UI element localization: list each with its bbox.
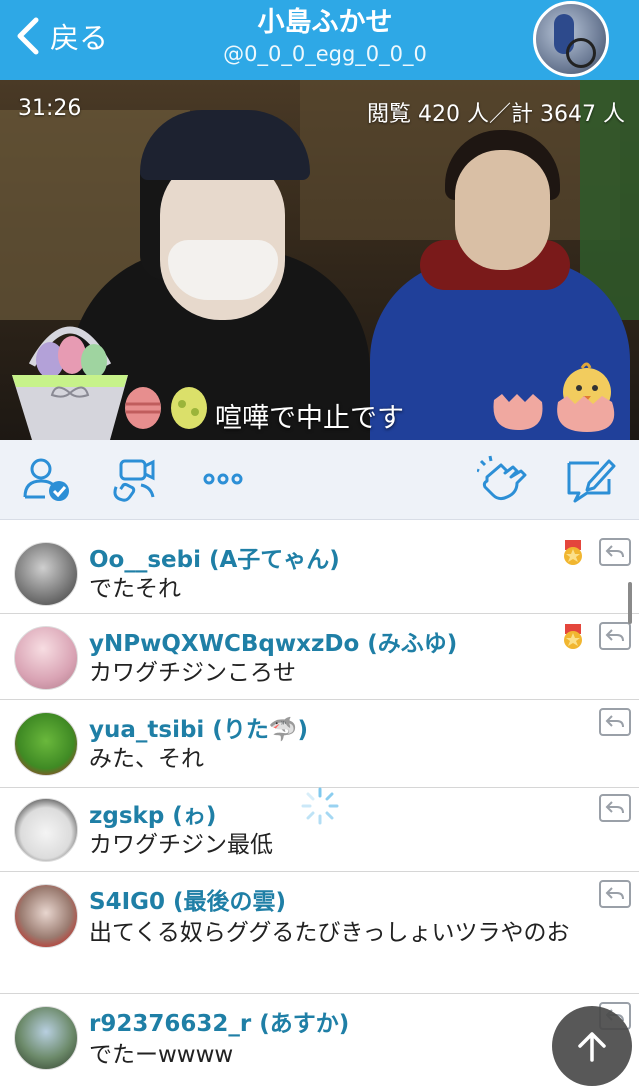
compose-comment-button[interactable] xyxy=(564,454,618,504)
comment-text: でたそれ xyxy=(89,576,181,602)
broadcaster-name: 小島ふかせ xyxy=(257,7,393,38)
cracked-egg-icon xyxy=(493,394,543,430)
header-bar: 戻る 小島ふかせ @0_0_0_egg_0_0_0 xyxy=(0,0,639,80)
comment-item[interactable]: yua_tsibi (りた🦈) みた、それ xyxy=(0,700,639,788)
scroll-to-top-button[interactable] xyxy=(552,1006,632,1086)
comment-username[interactable]: yua_tsibi (りた🦈) xyxy=(89,710,308,744)
video-call-icon xyxy=(113,459,155,502)
elapsed-time: 31:26 xyxy=(18,96,82,121)
viewer-count: 閲覧 420 人／計 3647 人 xyxy=(367,102,625,127)
comment-username[interactable]: zgskp (ゎ) xyxy=(89,796,216,830)
avatar[interactable] xyxy=(14,798,78,862)
arrow-up-icon xyxy=(578,1032,606,1062)
comment-username[interactable]: Oo__sebi (A子てゃん) xyxy=(89,540,340,574)
stream-caption: 喧嘩で中止です xyxy=(215,403,404,434)
follow-user-icon xyxy=(23,458,69,501)
avatar-wheel xyxy=(566,38,596,68)
chevron-left-icon xyxy=(17,17,39,55)
action-toolbar xyxy=(0,440,639,520)
egg-icon xyxy=(125,387,161,429)
broadcaster-handle: @0_0_0_egg_0_0_0 xyxy=(223,42,427,66)
broadcaster-avatar[interactable] xyxy=(533,1,609,77)
comment-text: みた、それ xyxy=(89,746,204,772)
reply-button[interactable] xyxy=(599,538,631,566)
avatar[interactable] xyxy=(14,626,78,690)
avatar[interactable] xyxy=(14,884,78,948)
egg-icon xyxy=(171,387,207,429)
medal-icon xyxy=(564,624,582,649)
comment-username[interactable]: S4IG0 (最後の雲) xyxy=(89,882,286,916)
comment-username[interactable]: r92376632_r (あすか) xyxy=(89,1004,349,1038)
video-call-button[interactable] xyxy=(106,454,160,504)
comment-item[interactable]: r92376632_r (あすか) でたーwwww xyxy=(0,994,639,1087)
compose-comment-icon xyxy=(567,459,616,503)
loading-spinner-icon xyxy=(301,787,339,825)
comment-item[interactable]: yNPwQXWCBqwxzDo (みふゆ) カワグチジンころせ xyxy=(0,614,639,700)
comment-username[interactable]: yNPwQXWCBqwxzDo (みふゆ) xyxy=(89,624,457,658)
avatar[interactable] xyxy=(14,542,78,606)
reply-icon xyxy=(599,622,631,650)
avatar[interactable] xyxy=(14,1006,78,1070)
reply-icon xyxy=(599,794,631,822)
broadcaster-info: 小島ふかせ @0_0_0_egg_0_0_0 xyxy=(160,6,490,68)
more-icon xyxy=(203,473,243,485)
reply-button[interactable] xyxy=(599,794,631,822)
scrollbar[interactable] xyxy=(628,582,632,624)
back-label: 戻る xyxy=(50,21,109,55)
comment-text: 出てくる奴らググるたびきっしょいツラやのお xyxy=(89,920,570,946)
medal-icon xyxy=(564,540,582,565)
reply-icon xyxy=(599,538,631,566)
reply-icon xyxy=(599,708,631,736)
reply-button[interactable] xyxy=(599,622,631,650)
back-button[interactable]: 戻る xyxy=(14,14,108,58)
reply-button[interactable] xyxy=(599,708,631,736)
comment-item[interactable]: S4IG0 (最後の雲) 出てくる奴らググるたびきっしょいツラやのお xyxy=(0,872,639,994)
applause-icon xyxy=(477,455,527,501)
comment-item[interactable]: Oo__sebi (A子てゃん) でたそれ xyxy=(0,532,639,614)
more-button[interactable] xyxy=(196,454,250,504)
reply-button[interactable] xyxy=(599,880,631,908)
egg-basket-icon xyxy=(12,326,128,440)
comment-text: カワグチジンころせ xyxy=(89,660,296,686)
reply-icon xyxy=(599,880,631,908)
applause-button[interactable] xyxy=(476,454,530,504)
comment-text: でたーwwww xyxy=(89,1042,234,1068)
avatar[interactable] xyxy=(14,712,78,776)
follow-button[interactable] xyxy=(20,454,74,504)
chick-icon xyxy=(557,362,615,432)
comment-text: カワグチジン最低 xyxy=(89,832,273,858)
